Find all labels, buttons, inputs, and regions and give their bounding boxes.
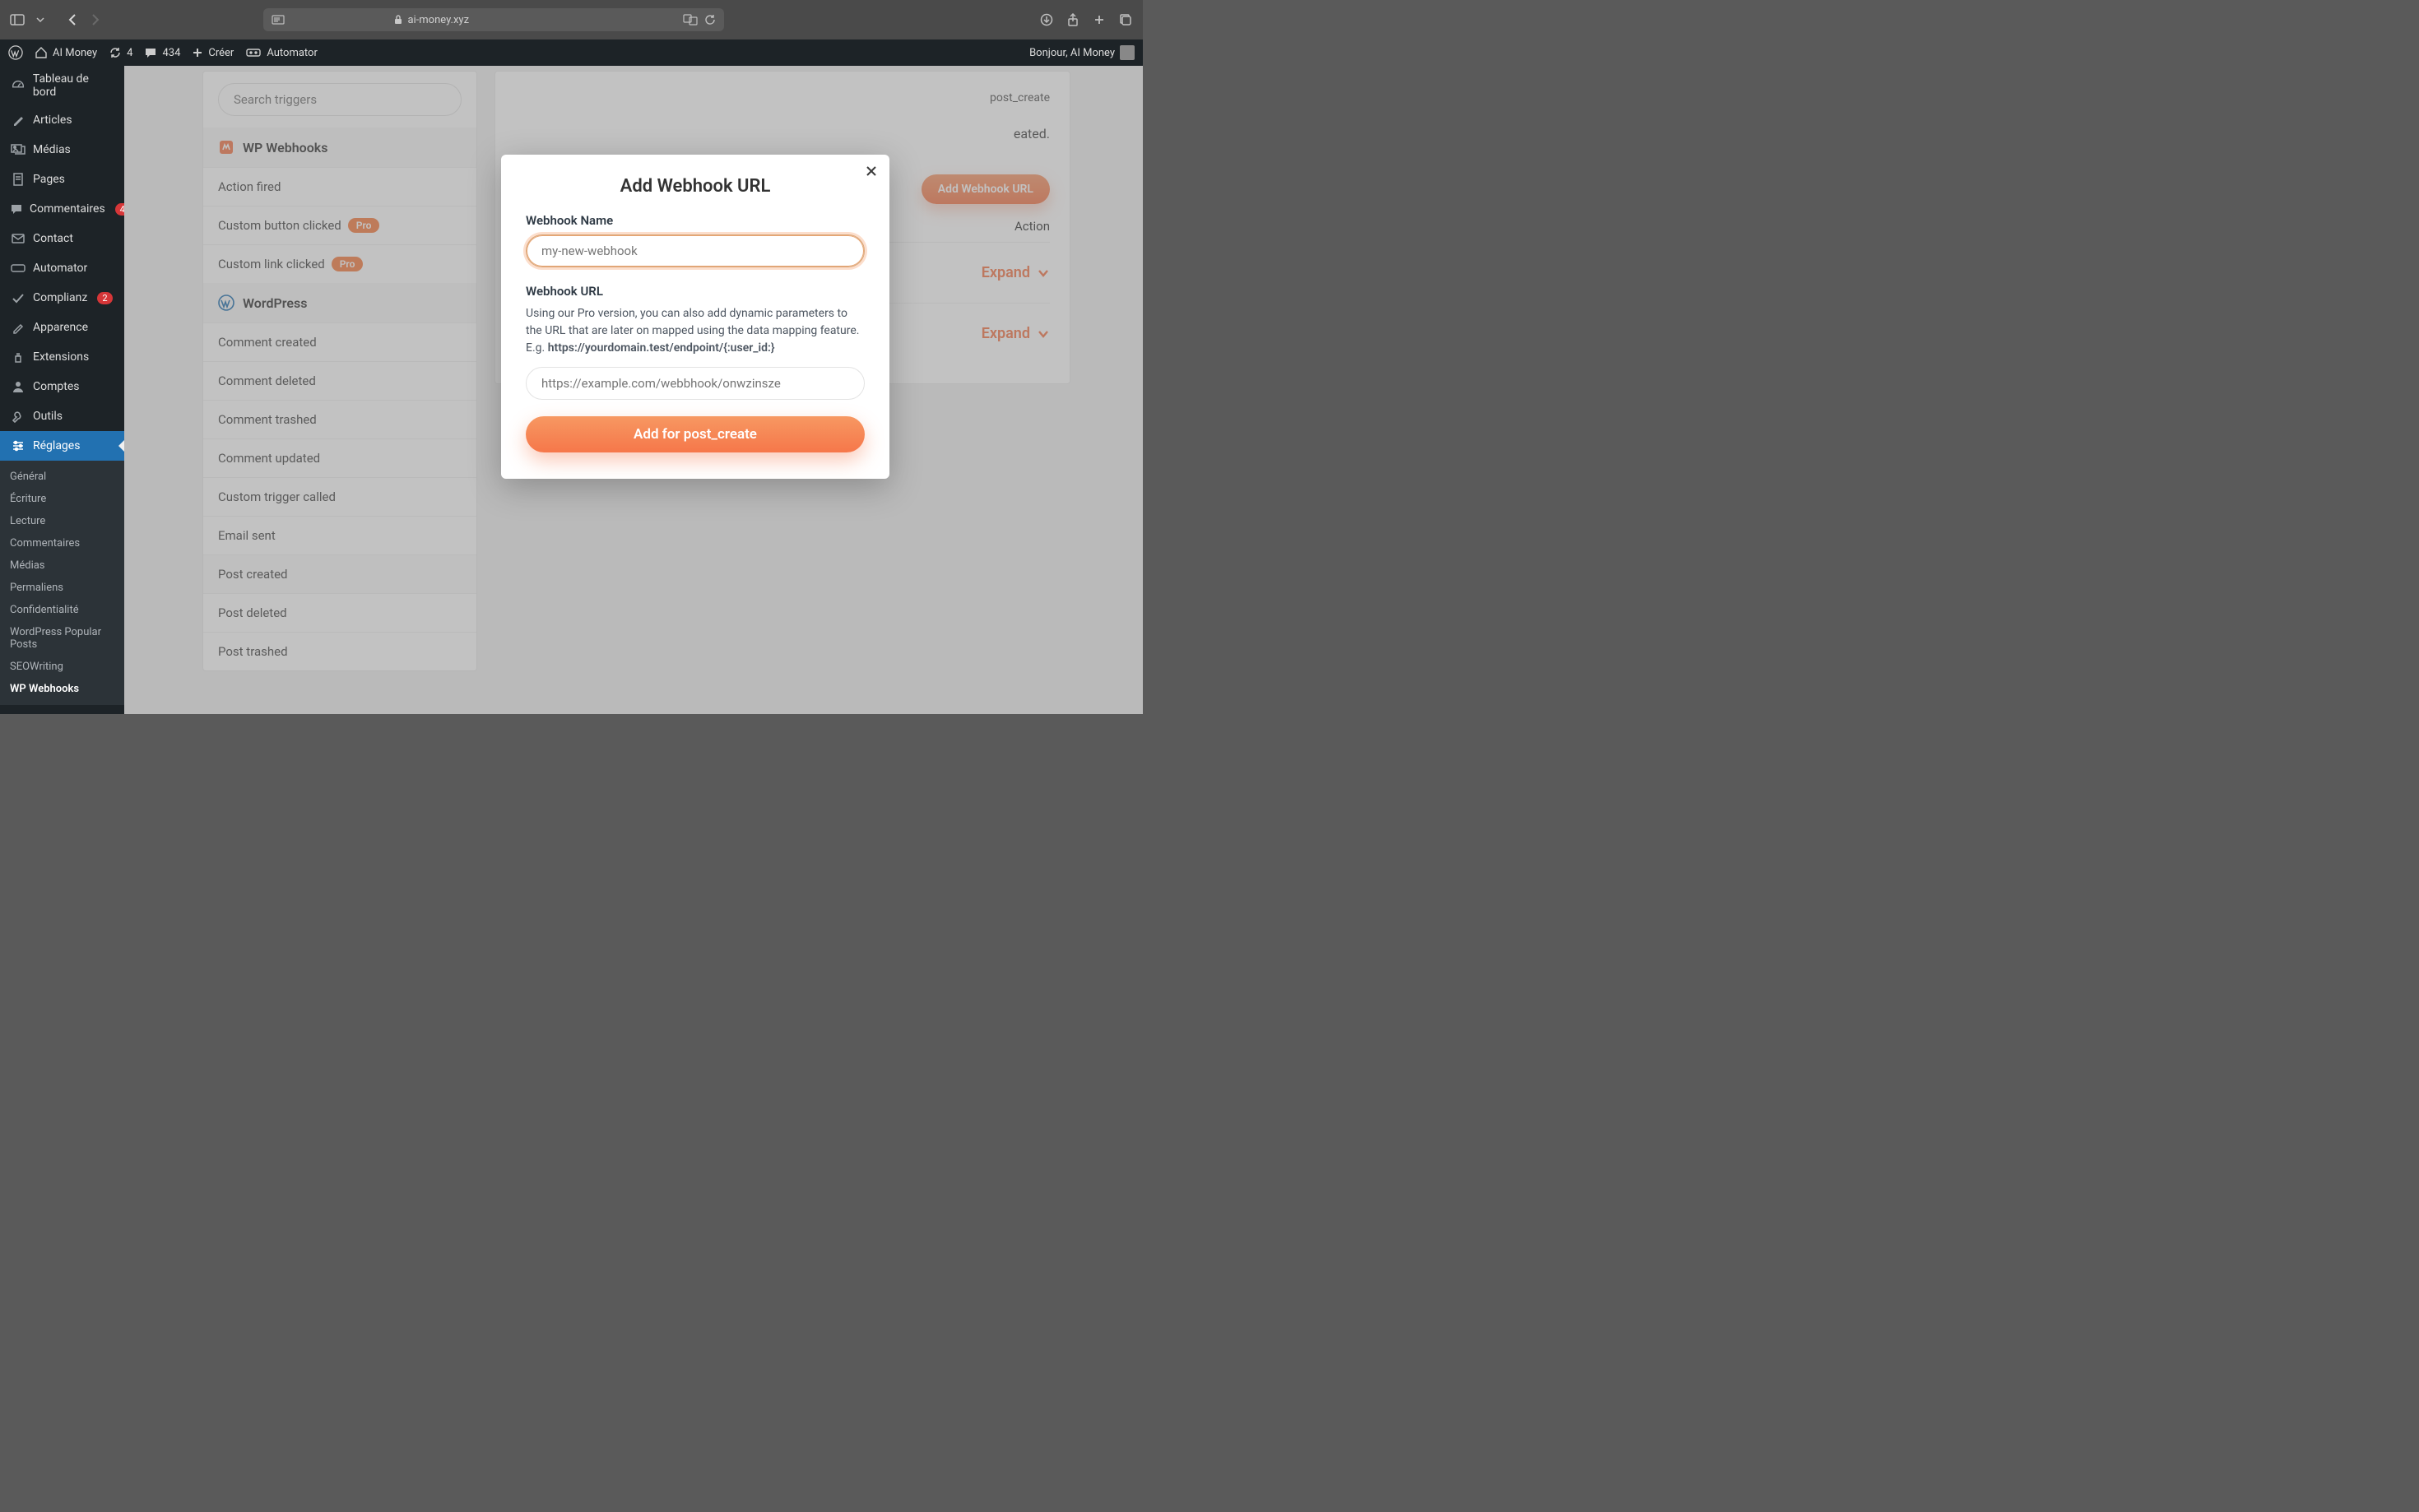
wp-create[interactable]: Créer: [192, 47, 234, 59]
sidebar-item-automator[interactable]: Automator: [0, 253, 124, 283]
sidebar-submenu: Général Écriture Lecture Commentaires Mé…: [0, 461, 124, 705]
sub-commentaires[interactable]: Commentaires: [0, 532, 124, 554]
wp-updates[interactable]: 4: [109, 46, 132, 59]
complianz-badge: 2: [97, 292, 112, 304]
wp-admin-bar: AI Money 4 434 Créer Automator Bonjour, …: [0, 39, 1143, 66]
wp-automator[interactable]: Automator: [245, 47, 318, 59]
sub-permaliens[interactable]: Permaliens: [0, 577, 124, 599]
sidebar-item-articles[interactable]: Articles: [0, 105, 124, 135]
download-icon[interactable]: [1039, 12, 1054, 27]
wp-greeting[interactable]: Bonjour, AI Money: [1029, 45, 1135, 60]
sidebar-item-outils[interactable]: Outils: [0, 401, 124, 431]
sub-lecture[interactable]: Lecture: [0, 510, 124, 532]
share-icon[interactable]: [1066, 12, 1080, 27]
sidebar-item-comptes[interactable]: Comptes: [0, 372, 124, 401]
sub-seowriting[interactable]: SEOWriting: [0, 656, 124, 678]
webhook-name-label: Webhook Name: [526, 213, 865, 228]
add-for-post-create-button[interactable]: Add for post_create: [526, 416, 865, 452]
url-text: ai-money.xyz: [407, 14, 469, 26]
sidebar-item-complianz[interactable]: Complianz2: [0, 283, 124, 313]
nav-back-icon[interactable]: [67, 12, 77, 27]
wp-site-link[interactable]: AI Money: [35, 47, 97, 59]
sidebar-item-commentaires[interactable]: Commentaires434: [0, 194, 124, 224]
reader-icon[interactable]: [272, 15, 285, 25]
wp-comments[interactable]: 434: [144, 47, 180, 59]
sidebar-item-reglages[interactable]: Réglages: [0, 431, 124, 461]
translate-icon[interactable]: [683, 14, 698, 26]
sidebar-item-pages[interactable]: Pages: [0, 165, 124, 194]
sub-ecriture[interactable]: Écriture: [0, 488, 124, 510]
content-area: WP Webhooks Action fired Custom button c…: [124, 66, 1143, 714]
reload-icon[interactable]: [704, 14, 716, 26]
sidebar-item-medias[interactable]: Médias: [0, 135, 124, 165]
wp-logo-icon[interactable]: [8, 45, 23, 60]
admin-sidebar: Tableau de bord Articles Médias Pages Co…: [0, 66, 124, 714]
sub-medias[interactable]: Médias: [0, 554, 124, 577]
new-tab-icon[interactable]: [1092, 12, 1107, 27]
chevron-down-icon[interactable]: [33, 12, 48, 27]
webhook-url-help: Using our Pro version, you can also add …: [526, 305, 865, 357]
webhook-url-input[interactable]: [526, 367, 865, 400]
close-icon[interactable]: [865, 165, 878, 178]
webhook-url-label: Webhook URL: [526, 284, 865, 299]
sub-confidentialite[interactable]: Confidentialité: [0, 599, 124, 621]
address-bar[interactable]: ai-money.xyz: [263, 8, 724, 31]
lock-icon: [394, 15, 402, 25]
sidebar-item-extensions[interactable]: Extensions: [0, 342, 124, 372]
add-webhook-modal: Add Webhook URL Webhook Name Webhook URL…: [501, 155, 889, 479]
modal-title: Add Webhook URL: [526, 176, 865, 197]
sidebar-item-contact[interactable]: Contact: [0, 224, 124, 253]
sub-wppp[interactable]: WordPress Popular Posts: [0, 621, 124, 656]
comments-badge: 434: [115, 203, 124, 216]
sidebar-item-apparence[interactable]: Apparence: [0, 313, 124, 342]
sub-general[interactable]: Général: [0, 466, 124, 488]
sidebar-item-tableau-de-bord[interactable]: Tableau de bord: [0, 66, 124, 105]
sidebar-toggle-icon[interactable]: [10, 12, 25, 27]
avatar: [1120, 45, 1135, 60]
sub-wp-webhooks[interactable]: WP Webhooks: [0, 678, 124, 700]
tabs-icon[interactable]: [1118, 12, 1133, 27]
webhook-name-input[interactable]: [526, 234, 865, 267]
nav-forward-icon: [91, 12, 100, 27]
browser-toolbar: ai-money.xyz: [0, 0, 1143, 39]
sidebar-item-make[interactable]: Make: [0, 705, 124, 714]
